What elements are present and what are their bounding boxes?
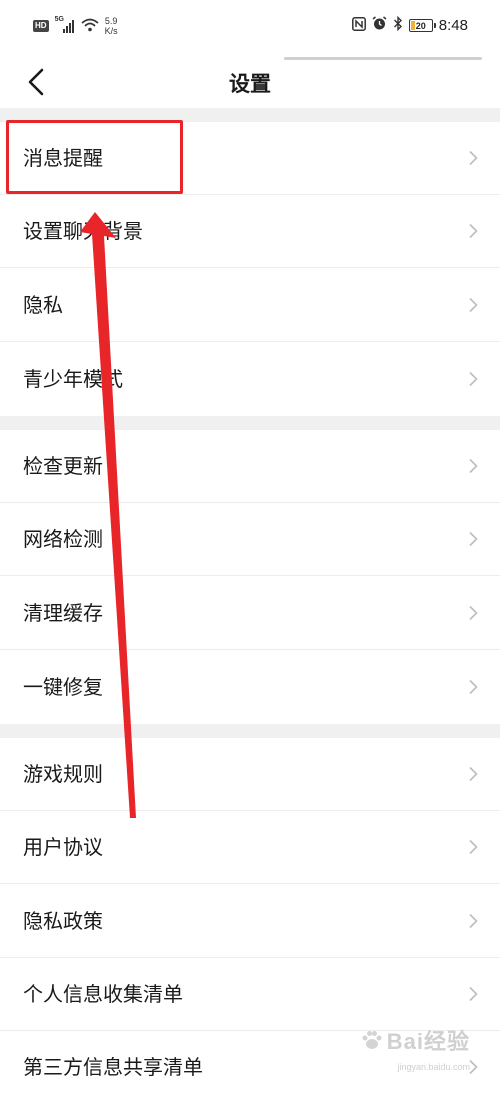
settings-item-clear-cache[interactable]: 清理缓存 (0, 577, 500, 650)
chevron-right-icon (469, 458, 478, 474)
page-title: 设置 (229, 72, 271, 96)
settings-item-label: 青少年模式 (23, 367, 123, 391)
row-divider (0, 267, 500, 268)
speed-unit: K/s (104, 26, 118, 36)
chevron-right-icon (469, 223, 478, 239)
row-divider (0, 575, 500, 576)
chevron-right-icon (469, 605, 478, 621)
settings-item-game-rules[interactable]: 游戏规则 (0, 738, 500, 811)
wifi-icon (80, 17, 99, 36)
settings-item-label: 网络检测 (23, 527, 103, 551)
network-speed: 5.9 K/s (105, 16, 118, 36)
alarm-icon (372, 16, 387, 35)
chevron-right-icon (469, 531, 478, 547)
settings-item-label: 第三方信息共享清单 (23, 1055, 203, 1079)
section-separator (0, 416, 500, 430)
row-divider (0, 341, 500, 342)
settings-item-network-check[interactable]: 网络检测 (0, 503, 500, 576)
paw-logo-icon (362, 1031, 382, 1049)
battery-icon: 20 (408, 19, 436, 32)
settings-item-label: 清理缓存 (23, 601, 103, 625)
section-separator (0, 724, 500, 738)
settings-item-check-update[interactable]: 检查更新 (0, 430, 500, 503)
settings-item-label: 游戏规则 (23, 762, 103, 786)
chevron-right-icon (469, 839, 478, 855)
chevron-right-icon (469, 986, 478, 1002)
settings-item-privacy-policy[interactable]: 隐私政策 (0, 885, 500, 958)
settings-item-user-agreement[interactable]: 用户协议 (0, 811, 500, 884)
chevron-right-icon (469, 150, 478, 166)
settings-item-label: 隐私 (23, 293, 63, 317)
watermark-site: jingyan.baidu.com (397, 1062, 470, 1072)
settings-item-label: 用户协议 (23, 835, 103, 859)
settings-item-label: 一键修复 (23, 675, 103, 699)
chevron-right-icon (469, 297, 478, 313)
chevron-right-icon (469, 371, 478, 387)
nfc-icon (351, 16, 366, 35)
settings-item-chat-background[interactable]: 设置聊天背景 (0, 195, 500, 268)
signal-icon: 5G (54, 16, 75, 33)
hd-badge: HD (33, 20, 49, 32)
chevron-right-icon (469, 679, 478, 695)
settings-item-label: 设置聊天背景 (23, 219, 143, 243)
watermark: Bai经验 (361, 1024, 470, 1056)
speed-value: 5.9 (104, 16, 118, 26)
bluetooth-icon (393, 15, 403, 35)
section-separator (0, 108, 500, 122)
status-left-group: HD 5G 5.9 K/s (33, 16, 118, 36)
network-type: 5G (54, 16, 64, 23)
settings-item-message-notification[interactable]: 消息提醒 (0, 122, 500, 195)
status-time: 8:48 (438, 17, 468, 34)
settings-item-label: 隐私政策 (23, 909, 103, 933)
chevron-right-icon (469, 766, 478, 782)
chevron-right-icon (469, 913, 478, 929)
status-right-group: 20 8:48 (351, 15, 468, 35)
settings-item-teen-mode[interactable]: 青少年模式 (0, 343, 500, 416)
top-app-bar: 设置 (0, 56, 500, 108)
settings-item-label: 检查更新 (23, 454, 103, 478)
settings-item-one-click-repair[interactable]: 一键修复 (0, 651, 500, 724)
battery-level: 20 (415, 20, 426, 31)
settings-item-label: 个人信息收集清单 (23, 982, 183, 1006)
status-bar: HD 5G 5.9 K/s 20 8:48 (0, 0, 500, 56)
row-divider (0, 883, 500, 884)
battery-fill (410, 21, 415, 30)
settings-item-label: 消息提醒 (23, 146, 103, 170)
watermark-brand: Bai经验 (386, 1029, 470, 1054)
row-divider (0, 649, 500, 650)
settings-item-personal-info-list[interactable]: 个人信息收集清单 (0, 958, 500, 1031)
settings-item-privacy[interactable]: 隐私 (0, 269, 500, 342)
